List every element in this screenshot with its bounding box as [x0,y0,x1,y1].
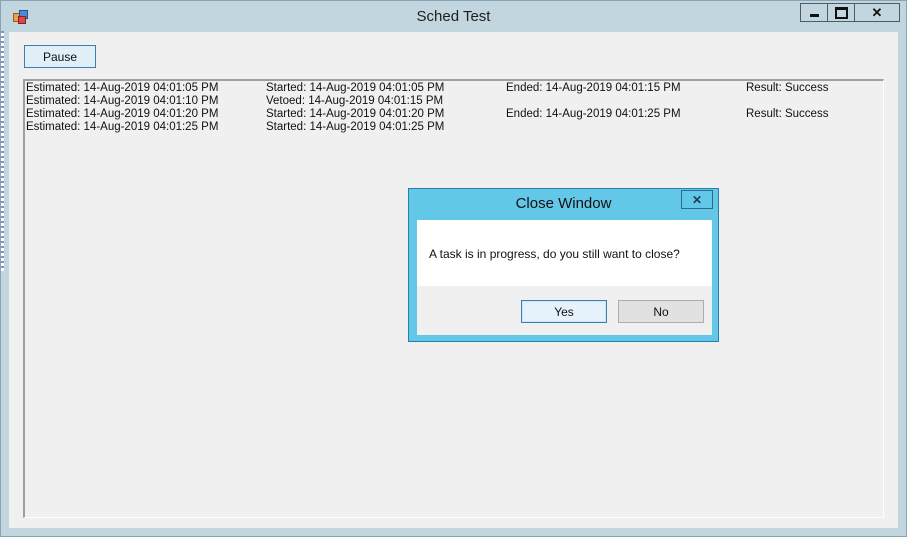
log-status: Started: 14-Aug-2019 04:01:20 PM [266,108,445,120]
log-result: Result: Success [746,82,829,94]
log-estimated: Estimated: 14-Aug-2019 04:01:05 PM [26,82,219,94]
log-estimated: Estimated: 14-Aug-2019 04:01:20 PM [26,108,219,120]
close-icon: ✕ [691,192,703,207]
log-status: Started: 14-Aug-2019 04:01:05 PM [266,82,445,94]
pause-button[interactable]: Pause [24,45,96,68]
no-button[interactable]: No [618,300,704,323]
maximize-icon [834,6,848,19]
maximize-button[interactable] [828,3,855,22]
dialog-title: Close Window [515,195,612,212]
dialog-close-button[interactable]: ✕ [681,190,713,209]
minimize-icon [809,13,819,17]
log-status: Started: 14-Aug-2019 04:01:25 PM [266,121,445,133]
close-button[interactable]: ✕ [855,3,900,22]
window-title: Sched Test [416,8,491,25]
dialog-message: A task is in progress, do you still want… [429,247,680,261]
log-result: Result: Success [746,108,829,120]
dialog-body: A task is in progress, do you still want… [417,220,712,286]
log-ended: Ended: 14-Aug-2019 04:01:25 PM [506,108,681,120]
log-ended: Ended: 14-Aug-2019 04:01:15 PM [506,82,681,94]
close-icon: ✕ [871,5,883,20]
log-estimated: Estimated: 14-Aug-2019 04:01:10 PM [26,95,219,107]
log-status: Vetoed: 14-Aug-2019 04:01:15 PM [266,95,444,107]
dialog-footer: Yes No [417,286,712,335]
close-window-dialog: Close Window ✕ A task is in progress, do… [408,188,719,342]
minimize-button[interactable] [800,3,828,22]
log-estimated: Estimated: 14-Aug-2019 04:01:25 PM [26,121,219,133]
background-window-edge [1,31,4,271]
yes-button[interactable]: Yes [521,300,607,323]
